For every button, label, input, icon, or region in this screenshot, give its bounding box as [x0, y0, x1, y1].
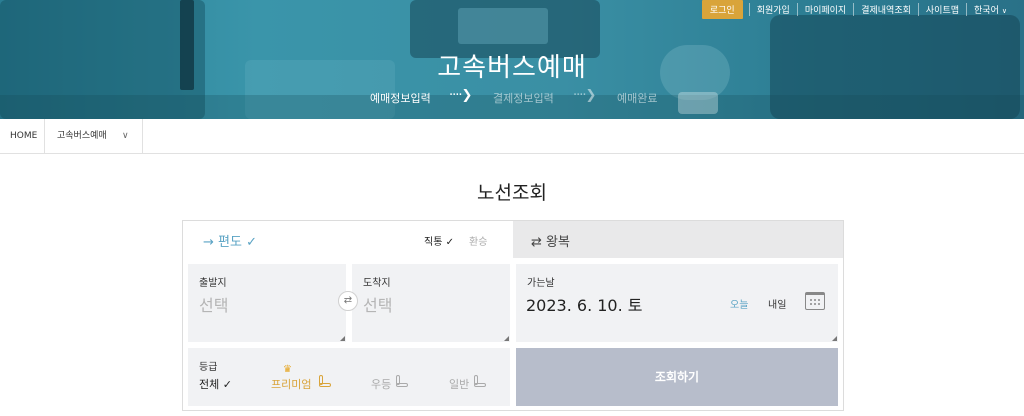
- step-payment-info: 결제정보입력: [493, 92, 554, 105]
- trip-type-tabs: → 편도 ✓ 직통 ✓ 환승 ⇄ 왕복: [183, 221, 843, 258]
- direct-option[interactable]: 직통 ✓: [424, 233, 454, 248]
- tab-roundtrip-label: ⇄ 왕복: [531, 235, 570, 250]
- banner-shape: [458, 8, 548, 44]
- departure-value: 선택: [199, 296, 229, 315]
- grade-option-all[interactable]: 전체 ✓: [199, 376, 232, 392]
- grade-option-standard[interactable]: 일반: [449, 376, 469, 392]
- breadcrumb-current-label: 고속버스예매: [57, 131, 107, 141]
- page-title: 노선조회: [477, 182, 547, 204]
- date-field[interactable]: 가는날 2023. 6. 10. 토 오늘 내일: [516, 264, 838, 342]
- transfer-option[interactable]: 환승: [469, 233, 487, 248]
- tab-oneway[interactable]: → 편도 ✓ 직통 ✓ 환승: [183, 221, 513, 258]
- grade-option-premium[interactable]: 프리미엄: [271, 376, 311, 392]
- calendar-icon[interactable]: [805, 292, 825, 310]
- mypage-link[interactable]: 마이페이지: [796, 2, 853, 16]
- crown-icon: ♛: [283, 364, 292, 375]
- breadcrumb-home[interactable]: HOME: [0, 119, 45, 153]
- date-value: 2023. 6. 10. 토: [526, 296, 643, 315]
- hero-banner: 로그인 회원가입 마이페이지 결제내역조회 사이트맵 한국어 ∨ 고속버스예매 예…: [0, 0, 1024, 119]
- grade-label: 등급: [199, 362, 218, 373]
- date-label: 가는날: [527, 278, 555, 289]
- arrival-field[interactable]: 도착지 선택: [352, 264, 510, 342]
- step-complete: 예매완료: [617, 92, 658, 105]
- language-select[interactable]: 한국어 ∨: [966, 2, 1014, 16]
- tab-roundtrip[interactable]: ⇄ 왕복: [513, 221, 843, 258]
- swap-icon[interactable]: ⇄: [338, 291, 358, 311]
- breadcrumb-current[interactable]: 고속버스예매 ∨: [45, 119, 143, 153]
- grade-field: 등급 전체 ✓ ♛ 프리미엄 우등 일반: [188, 348, 510, 406]
- grade-option-deluxe[interactable]: 우등: [371, 376, 391, 392]
- corner-triangle-icon: [832, 336, 837, 341]
- login-button[interactable]: 로그인: [701, 0, 743, 19]
- departure-field[interactable]: 출발지 선택: [188, 264, 346, 342]
- payment-history-link[interactable]: 결제내역조회: [853, 2, 918, 16]
- booking-steps: 예매정보입력 ····❯ 결제정보입력 ····❯ 예매완료: [0, 88, 1024, 106]
- step-arrow-icon: ····❯: [573, 88, 596, 103]
- today-button[interactable]: 오늘: [730, 296, 748, 311]
- breadcrumb: HOME 고속버스예매 ∨: [0, 119, 1024, 154]
- corner-triangle-icon: [340, 336, 345, 341]
- departure-label: 출발지: [199, 278, 227, 289]
- chevron-down-icon: ∨: [1001, 6, 1007, 15]
- step-arrow-icon: ····❯: [449, 88, 472, 103]
- hero-title: 고속버스예매: [437, 53, 587, 83]
- seat-icon: [396, 375, 408, 388]
- search-button[interactable]: 조회하기: [516, 348, 838, 406]
- corner-triangle-icon: [504, 336, 509, 341]
- tomorrow-button[interactable]: 내일: [768, 296, 786, 311]
- arrival-label: 도착지: [363, 278, 391, 289]
- utility-nav: 로그인 회원가입 마이페이지 결제내역조회 사이트맵 한국어 ∨: [701, 0, 1014, 19]
- arrival-value: 선택: [363, 296, 393, 315]
- sitemap-link[interactable]: 사이트맵: [917, 2, 966, 16]
- language-label: 한국어: [974, 5, 999, 16]
- seat-icon: [319, 375, 331, 388]
- seat-icon: [474, 375, 486, 388]
- tab-oneway-label: → 편도 ✓: [203, 235, 257, 250]
- step-booking-info: 예매정보입력: [370, 92, 431, 105]
- chevron-down-icon: ∨: [122, 131, 129, 141]
- signup-link[interactable]: 회원가입: [748, 2, 797, 16]
